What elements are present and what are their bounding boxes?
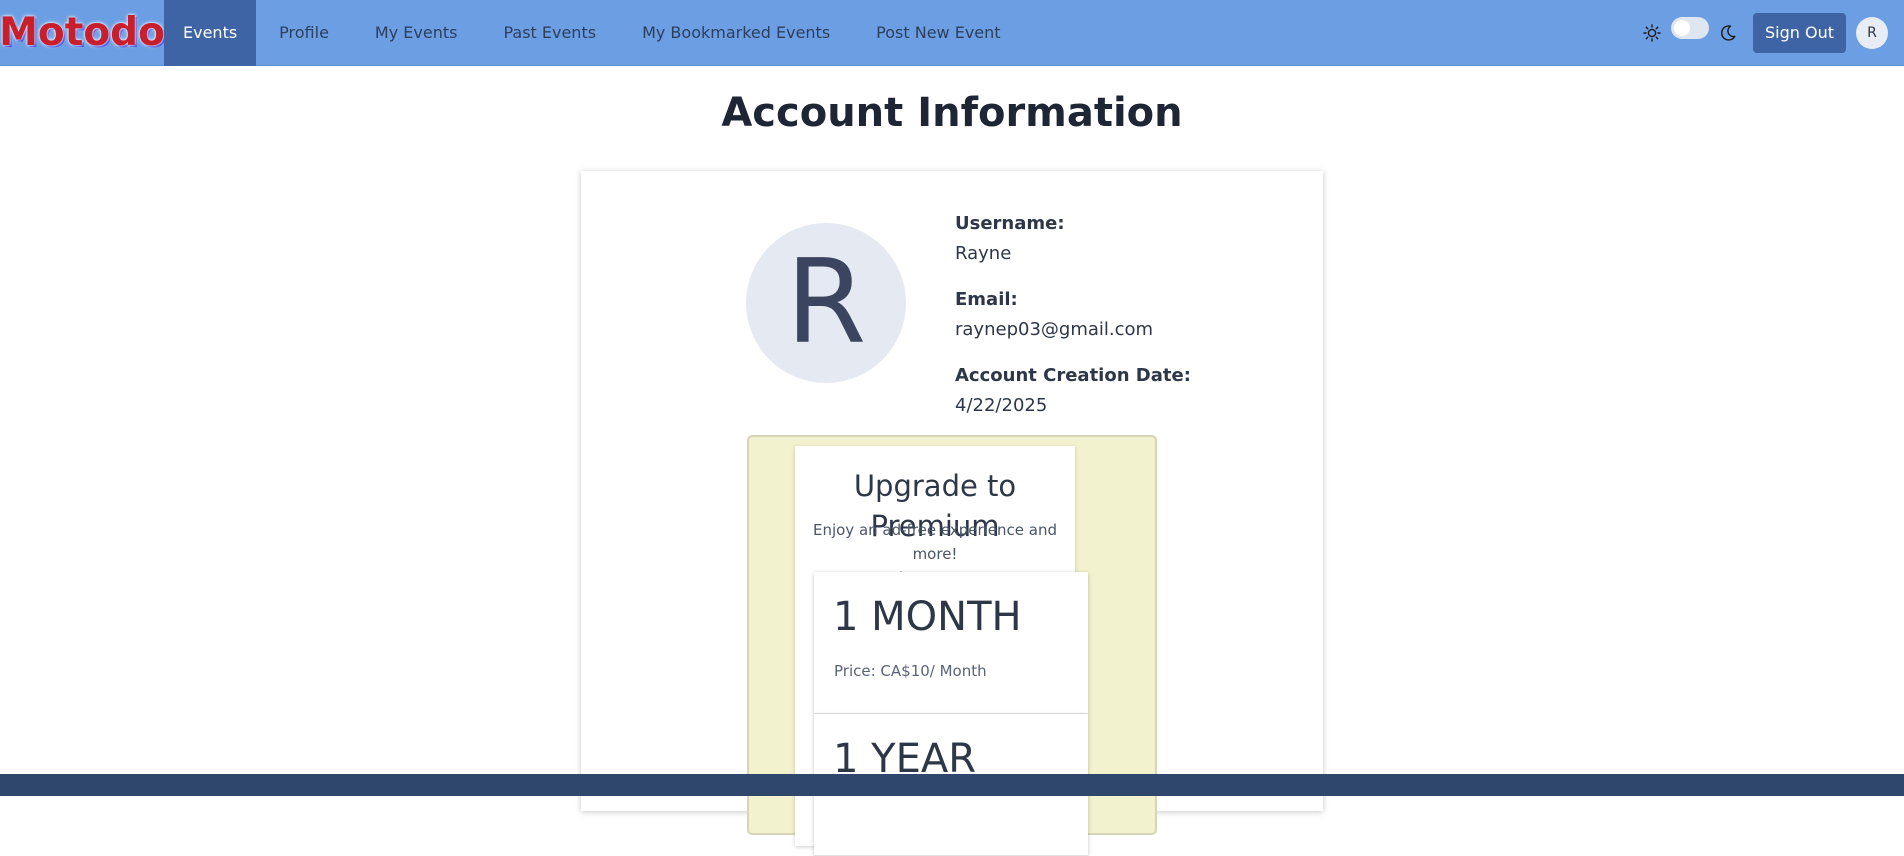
plan-price: Price: CA$10/ Month <box>834 662 987 680</box>
nav-item-my-events[interactable]: My Events <box>352 0 481 66</box>
user-avatar[interactable]: R <box>1856 16 1888 49</box>
top-navbar: Motodo Events Profile My Events Past Eve… <box>0 0 1904 66</box>
moon-icon <box>1717 22 1739 44</box>
nav-item-past-events[interactable]: Past Events <box>480 0 619 66</box>
account-card: R Username: Rayne Email: raynep03@gmail.… <box>581 171 1323 856</box>
premium-desc-text: Enjoy an ad-free experience and more! <box>812 521 1058 563</box>
premium-title: Upgrade to Premium <box>853 469 1017 543</box>
creation-date-label: Account Creation Date: <box>955 365 1191 386</box>
sun-icon <box>1641 22 1663 44</box>
profile-avatar: R <box>746 223 906 383</box>
nav-links: Events Profile My Events Past Events My … <box>164 0 1024 66</box>
brand-logo[interactable]: Motodo <box>0 0 165 66</box>
nav-right-controls: Sign Out R <box>1641 12 1904 53</box>
plan-title: 1 MONTH <box>833 594 1022 640</box>
account-info: Username: Rayne Email: raynep03@gmail.co… <box>955 209 1295 437</box>
email-value: raynep03@gmail.com <box>955 319 1154 340</box>
page-title: Account Information <box>721 90 1183 136</box>
plan-card-month[interactable]: 1 MONTH Price: CA$10/ Month <box>814 572 1088 714</box>
nav-item-post-new-event[interactable]: Post New Event <box>853 0 1023 66</box>
toggle-knob <box>1674 19 1690 36</box>
theme-toggle[interactable] <box>1671 16 1709 39</box>
nav-item-events[interactable]: Events <box>164 0 257 66</box>
nav-item-profile[interactable]: Profile <box>256 0 352 66</box>
sign-out-button[interactable]: Sign Out <box>1753 12 1846 53</box>
username-label: Username: <box>955 213 1065 234</box>
nav-item-bookmarked-events[interactable]: My Bookmarked Events <box>619 0 853 66</box>
footer-bar <box>0 774 1904 796</box>
creation-date-value: 4/22/2025 <box>955 395 1048 416</box>
username-value: Rayne <box>955 243 1012 264</box>
email-label: Email: <box>955 289 1018 310</box>
